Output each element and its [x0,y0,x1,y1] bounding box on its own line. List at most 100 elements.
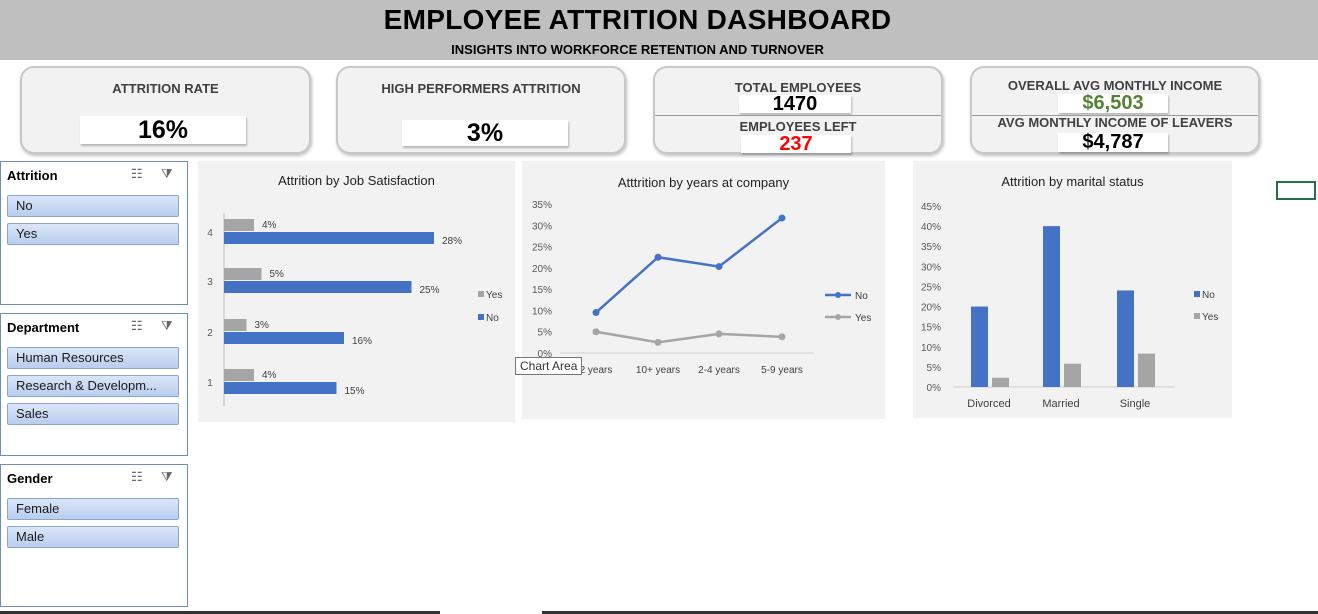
slicer-item-yes[interactable]: Yes [7,223,179,245]
slicer-title: Gender [7,471,53,486]
x-tick-label: Divorced [967,398,1010,410]
kpi-value: 16% [80,116,246,144]
chart-job-satisfaction[interactable]: Attrition by Job Satisfaction 4 4% 28% 3 5% 2… [198,161,515,422]
x-tick-label: 2-4 years [698,365,740,376]
kpi-high-performers: HIGH PERFORMERS ATTRITION 3% [336,66,626,154]
clear-filter-icon[interactable]: ⧩ [161,318,173,334]
data-label: 25% [420,285,440,296]
x-tick-label: Single [1120,398,1151,410]
slicer-department: Department ☷ ⧩ Human Resources Research … [0,313,188,456]
legend-marker [835,314,841,320]
y-tick-label: 30% [532,221,552,232]
slicer-item-female[interactable]: Female [7,498,179,520]
legend-label: Yes [855,313,871,324]
dashboard-header: EMPLOYEE ATTRITION DASHBOARD INSIGHTS IN… [0,0,1318,60]
y-tick-label: 20% [532,264,552,275]
multi-select-icon[interactable]: ☷ [131,469,143,485]
data-point [778,333,786,341]
kpi-value: 1470 [739,94,851,114]
bar-no [224,382,337,394]
data-label: 4% [262,370,277,381]
tick-label: 1 [207,378,213,389]
kpi-label: EMPLOYEES LEFT [739,119,857,134]
y-tick-label: 10% [532,306,552,317]
legend-swatch-no [1194,291,1200,297]
bar-yes [224,369,254,381]
chart-marital-status[interactable]: Attrition by marital status 0% 5% 10% 15% 20… [913,161,1232,418]
divider [655,115,941,116]
clear-filter-icon[interactable]: ⧩ [161,469,173,485]
multi-select-icon[interactable]: ☷ [131,166,143,182]
legend-label: No [486,313,499,324]
y-tick-label: 40% [921,222,941,233]
chart-plot: 4 4% 28% 3 5% 25% 2 3% 16% 1 4% 15% Yes No [207,213,502,406]
tick-label: 4 [207,228,213,239]
y-tick-label: 35% [921,242,941,253]
kpi-attrition-rate: ATTRITION RATE 16% [20,66,311,154]
data-point [715,330,723,338]
y-tick-label: 15% [921,323,941,334]
kpi-value: 3% [402,120,568,146]
tick-label: 2 [207,328,213,339]
slicer-item-sales[interactable]: Sales [7,403,179,425]
data-label: 3% [255,320,270,331]
bar-yes [1064,363,1081,387]
y-tick-label: 10% [921,343,941,354]
data-point [654,338,662,346]
legend-label: No [1202,290,1215,301]
y-tick-label: 20% [921,303,941,314]
data-label: 4% [262,220,277,231]
slicer-header: Gender ☷ ⧩ [1,465,187,493]
y-tick-label: 0% [927,383,942,394]
selected-cell[interactable] [1276,181,1316,200]
slicer-item-no[interactable]: No [7,195,179,217]
bar-no [971,306,988,387]
legend-swatch-no [478,314,484,320]
multi-select-icon[interactable]: ☷ [131,318,143,334]
bar-no [224,232,434,244]
slicer-item-male[interactable]: Male [7,526,179,548]
data-label: 16% [352,336,372,347]
x-tick-label: 2 years [580,365,613,376]
bar-yes [1138,353,1155,387]
series-line-no [595,217,783,314]
chart-area-tooltip: Chart Area [515,357,583,375]
bar-yes [224,219,254,231]
bar-no [1043,226,1060,387]
bar-yes [224,268,262,280]
data-point [715,263,723,271]
data-label: 15% [345,386,365,397]
y-tick-label: 25% [532,243,552,254]
chart-plot: 0%5%10%15%20%25%30%35%2 years 10+ years 2-… [532,200,871,376]
kpi-label: ATTRITION RATE [112,81,219,96]
legend-label: Yes [1202,312,1218,323]
kpi-label: HIGH PERFORMERS ATTRITION [381,81,581,96]
chart-plot: 0% 5% 10% 15% 20% 25% 30% 35% 40% 45% Divorced Marr… [921,202,1218,410]
page-title: EMPLOYEE ATTRITION DASHBOARD [383,4,892,35]
slicer-header: Department ☷ ⧩ [1,314,187,342]
chart-years-at-company[interactable]: Atttrition by years at company 0% 5% 10% 15… [522,161,885,419]
slicer-item-research-development[interactable]: Research & Developm... [7,375,179,397]
clear-filter-icon[interactable]: ⧩ [161,166,173,182]
bar-yes [992,377,1009,387]
page-subtitle: INSIGHTS INTO WORKFORCE RETENTION AND TU… [451,42,824,57]
kpi-employees: TOTAL EMPLOYEES 1470 EMPLOYEES LEFT 237 [653,66,943,154]
y-tick-label: 5% [927,363,942,374]
y-tick-label: 45% [921,202,941,213]
bar-no [224,332,344,344]
series-line-yes [595,330,783,344]
kpi-label: AVG MONTHLY INCOME OF LEAVERS [997,115,1233,130]
y-tick-label: 35% [532,200,552,211]
slicer-title: Attrition [7,168,58,183]
data-point [592,309,600,317]
y-tick-label: 15% [532,285,552,296]
x-tick-label: 5-9 years [761,365,803,376]
bar-no [1117,290,1134,387]
legend-label: No [855,291,868,302]
slicer-header: Attrition ☷ ⧩ [1,162,187,190]
kpi-value: $6,503 [1058,93,1168,113]
y-tick-label: 5% [538,328,553,339]
slicer-item-human-resources[interactable]: Human Resources [7,347,179,369]
y-tick-label: 25% [921,282,941,293]
data-point [592,328,600,336]
